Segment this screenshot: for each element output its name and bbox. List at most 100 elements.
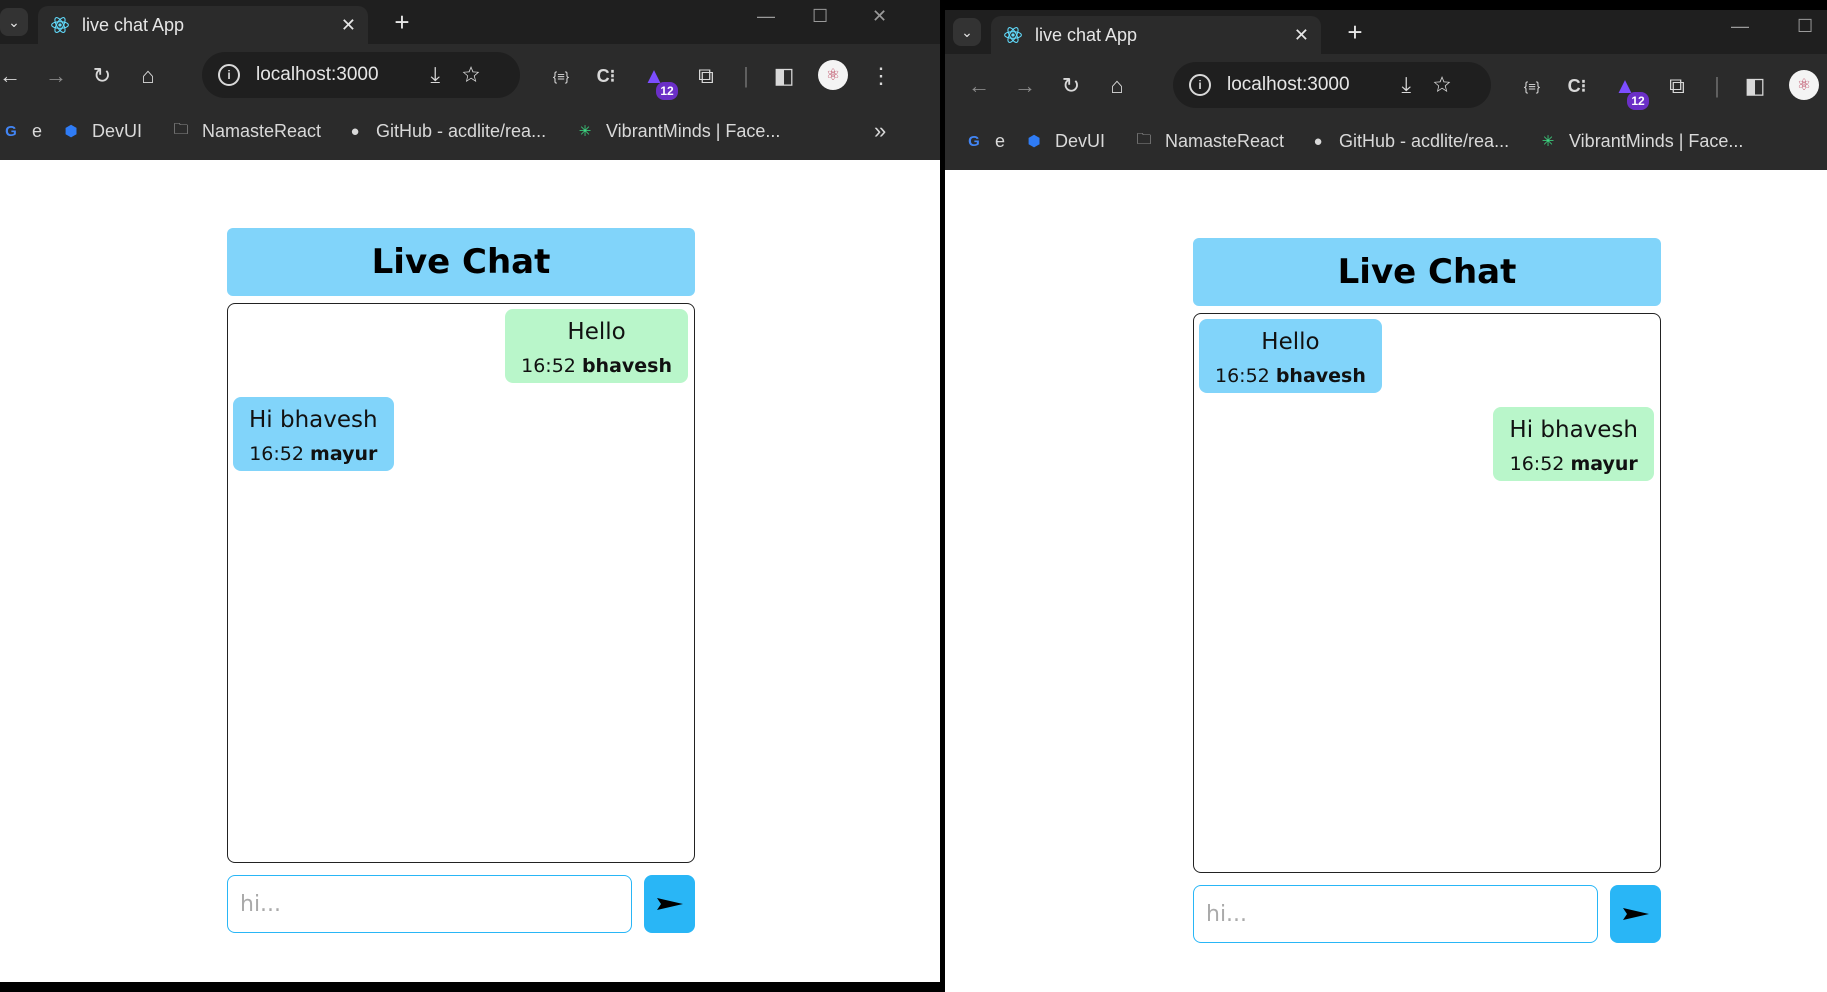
bookmark-google[interactable]: Ge [963,130,1005,152]
site-info-icon[interactable]: i [1189,74,1211,96]
install-and-bookmark-icons[interactable]: ⤓☆ [430,62,502,88]
message-text: Hi bhavesh [1509,417,1638,443]
css-extension-icon[interactable]: C⁝ [1563,72,1591,100]
address-bar[interactable]: i localhost:3000 ⤓☆ [1173,62,1491,108]
css-extension-icon[interactable]: C⁝ [592,62,620,90]
menu-kebab-icon[interactable]: ⋮ [867,62,895,90]
browser-chrome: ⌄ live chat App ✕ + — ☐ ← → ↻ ⌂ i localh… [945,10,1827,170]
tab-search-button[interactable]: ⌄ [953,18,981,46]
message-user: bhavesh [1275,365,1366,387]
extensions-puzzle-icon[interactable]: ⧉ [1663,72,1691,100]
new-tab-button[interactable]: + [1339,16,1371,48]
message-time: 16:52 [521,355,576,377]
new-tab-button[interactable]: + [386,6,418,38]
profile-avatar-icon[interactable]: ⚛ [818,60,848,90]
browser-toolbar: ← → ↻ ⌂ i localhost:3000 ⤓☆ {≡} C⁝ ▲ 12 … [0,44,940,106]
reload-icon[interactable]: ↻ [88,62,116,90]
message-text: Hello [1261,329,1320,355]
page-content: Live Chat Hello 16:52 bhavesh Hi bhavesh… [0,160,940,982]
message-meta: 16:52 mayur [1509,453,1638,475]
bookmark-github[interactable]: ● GitHub - acdlite/rea... [344,120,546,142]
send-button[interactable] [1610,885,1661,943]
tab-search-button[interactable]: ⌄ [0,8,28,36]
message-user: mayur [1570,453,1638,475]
message-bubble: Hi bhavesh 16:52 mayur [1493,407,1654,481]
home-icon[interactable]: ⌂ [1103,72,1131,100]
react-icon [1004,27,1022,43]
back-icon[interactable]: ← [0,62,24,90]
site-info-icon[interactable]: i [218,64,240,86]
send-arrow-icon [656,898,683,910]
message-meta: 16:52 bhavesh [521,355,672,377]
bookmark-namastereact[interactable]: 🗀 NamasteReact [1133,130,1284,152]
side-panel-icon[interactable]: ◧ [770,62,798,90]
back-icon[interactable]: ← [965,72,993,100]
message-bubble: Hi bhavesh 16:52 mayur [233,397,394,471]
install-and-bookmark-icons[interactable]: ⤓☆ [1401,72,1473,98]
google-icon: G [5,122,17,140]
message-meta: 16:52 bhavesh [1215,365,1366,387]
maximize-icon[interactable]: ☐ [1797,16,1813,37]
github-icon: ● [1313,132,1323,150]
profile-avatar-icon[interactable]: ⚛ [1789,70,1819,100]
folder-icon: 🗀 [1136,130,1152,148]
tab-close-icon[interactable]: ✕ [341,15,356,36]
minimize-icon[interactable]: — [757,6,775,27]
message-input[interactable] [1193,885,1598,943]
forward-icon[interactable]: → [42,62,70,90]
minimize-icon[interactable]: — [1731,16,1749,37]
message-input[interactable] [227,875,632,933]
bookmarks-bar: Ge ⬢ DevUI 🗀 NamasteReact ● GitHub - acdlit… [0,106,940,160]
bookmark-devui[interactable]: ⬢ DevUI [60,120,142,142]
chat-app: Live Chat Hello 16:52 bhavesh Hi bhavesh… [227,228,695,933]
chat-messages: Hello 16:52 bhavesh Hi bhavesh 16:52 may… [1193,313,1661,873]
more-bookmarks-icon[interactable]: » [874,118,886,144]
github-icon: ● [350,122,360,140]
close-window-icon[interactable]: ✕ [872,6,887,27]
bookmark-github[interactable]: ● GitHub - acdlite/rea... [1307,130,1509,152]
forward-icon[interactable]: → [1011,72,1039,100]
message-text: Hi bhavesh [249,407,378,433]
chat-app: Live Chat Hello 16:52 bhavesh Hi bhavesh… [1193,238,1661,943]
message-user: bhavesh [581,355,672,377]
json-extension-icon[interactable]: {≡} [1518,72,1546,100]
browser-chrome: ⌄ live chat App ✕ + — ☐ ✕ ← → ↻ ⌂ i loca… [0,0,940,160]
extensions-puzzle-icon[interactable]: ⧉ [692,62,720,90]
tab-strip: ⌄ live chat App ✕ + — ☐ ✕ [0,0,940,44]
chat-messages: Hello 16:52 bhavesh Hi bhavesh 16:52 may… [227,303,695,863]
send-button[interactable] [644,875,695,933]
vibrantminds-icon: ✳ [578,123,592,140]
url-text: localhost:3000 [256,64,379,85]
side-panel-icon[interactable]: ◧ [1741,72,1769,100]
send-arrow-icon [1622,908,1649,920]
bookmark-google[interactable]: Ge [0,120,42,142]
bookmark-vibrantminds[interactable]: ✳ VibrantMinds | Face... [1537,130,1744,152]
google-icon: G [968,132,980,150]
extension-badge: 12 [1627,92,1649,110]
message-time: 16:52 [249,443,304,465]
maximize-icon[interactable]: ☐ [812,6,828,27]
devui-icon: ⬢ [1027,133,1041,150]
devui-icon: ⬢ [64,123,78,140]
reload-icon[interactable]: ↻ [1057,72,1085,100]
browser-toolbar: ← → ↻ ⌂ i localhost:3000 ⤓☆ {≡} C⁝ ▲ 12 … [945,54,1827,116]
bookmark-devui[interactable]: ⬢ DevUI [1023,130,1105,152]
browser-window-left: ⌄ live chat App ✕ + — ☐ ✕ ← → ↻ ⌂ i loca… [0,0,940,982]
message-time: 16:52 [1509,453,1565,475]
chat-title: Live Chat [1193,238,1661,306]
folder-icon: 🗀 [173,120,189,138]
bookmark-namastereact[interactable]: 🗀 NamasteReact [170,120,321,142]
toolbar-divider: | [743,63,749,88]
address-bar[interactable]: i localhost:3000 ⤓☆ [202,52,520,98]
message-meta: 16:52 mayur [249,443,378,465]
browser-tab[interactable]: live chat App ✕ [38,6,368,44]
tab-close-icon[interactable]: ✕ [1294,25,1309,46]
browser-window-right: ⌄ live chat App ✕ + — ☐ ← → ↻ ⌂ i localh… [945,10,1827,992]
browser-tab[interactable]: live chat App ✕ [991,16,1321,54]
message-user: mayur [310,443,378,465]
home-icon[interactable]: ⌂ [134,62,162,90]
bookmark-vibrantminds[interactable]: ✳ VibrantMinds | Face... [574,120,781,142]
message-bubble: Hello 16:52 bhavesh [505,309,688,383]
json-extension-icon[interactable]: {≡} [547,62,575,90]
page-content: Live Chat Hello 16:52 bhavesh Hi bhavesh… [945,170,1827,992]
